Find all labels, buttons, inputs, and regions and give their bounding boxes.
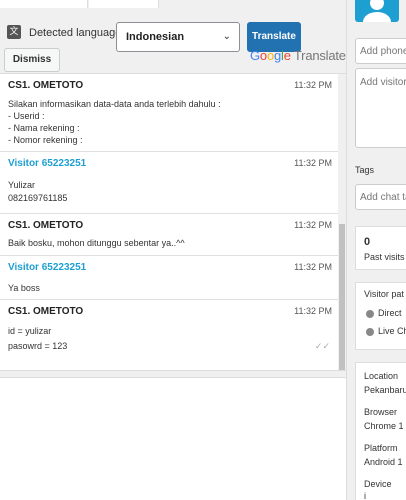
tag-input[interactable]: Add chat ta [355,184,406,210]
reply-textarea[interactable] [0,378,346,500]
message-time: 11:32 PM [294,306,332,316]
visitor-notes-input[interactable]: Add visitor [355,68,406,148]
translate-toolbar: 文 Detected language Indonesian ⌄ Transla… [0,8,346,74]
message-time: 11:32 PM [294,262,332,272]
dismiss-button[interactable]: Dismiss [4,48,60,72]
message: CS1. OMETOTO 11:32 PM Silakan informasik… [0,74,338,152]
message-sender: CS1. OMETOTO [8,220,84,231]
message-line: pasowrd = 123 [8,341,68,351]
message-time: 11:32 PM [294,158,332,168]
google-translate-logo: Google Translate [250,48,346,63]
message: Visitor 65223251 11:32 PM Yulizar 082169… [0,152,338,214]
message: CS1. OMETOTO 11:32 PM id = yulizar pasow… [0,300,338,370]
visitor-path-panel: Visitor pat Direct Live Ch [355,282,406,350]
message-sender: CS1. OMETOTO [8,306,84,317]
past-visits-panel: 0 Past visits [355,226,406,270]
message-sender[interactable]: Visitor 65223251 [8,158,86,169]
message: Visitor 65223251 11:32 PM Ya boss [0,256,338,300]
message-line: - Nomor rekening : [8,135,83,145]
location-label: Location [364,371,399,381]
translate-icon: 文 [7,25,21,39]
path-item: Direct [378,308,402,318]
past-visits-label: Past visits [364,252,405,262]
browser-value: Chrome 1 [364,421,404,431]
double-check-icon: ✓✓ [314,341,330,351]
path-item: Live Ch [378,326,406,336]
detected-language-label: Detected language [29,27,122,39]
visitor-sidebar: Add phone Add visitor Tags Add chat ta 0… [346,0,406,500]
message-sender: CS1. OMETOTO [8,80,84,91]
live-chat-icon [366,328,374,336]
chat-panel: 文 Detected language Indonesian ⌄ Transla… [0,0,346,500]
message-line: - Userid : [8,111,45,121]
tab-1[interactable] [0,0,88,8]
tab-strip [0,0,346,8]
message-line: 082169761185 [8,193,68,203]
platform-label: Platform [364,443,398,453]
message: CS1. OMETOTO 11:32 PM Baik bosku, mohon … [0,214,338,256]
message-line: Silakan informasikan data-data anda terl… [8,99,221,109]
direct-icon [366,310,374,318]
language-select[interactable]: Indonesian ⌄ [116,22,240,52]
message-line: id = yulizar [8,326,52,336]
visitor-path-label: Visitor pat [364,289,404,299]
language-value: Indonesian [126,31,185,43]
message-line: Yulizar [8,180,36,190]
phone-input[interactable]: Add phone [355,38,406,64]
visitor-details-panel: Location Pekanbaru Browser Chrome 1 Plat… [355,362,406,500]
device-label: Device [364,479,392,489]
location-value: Pekanbaru [364,385,406,395]
message-time: 11:32 PM [294,80,332,90]
chat-scrollbar[interactable] [338,74,346,370]
past-visits-count: 0 [364,236,371,248]
tags-label: Tags [355,165,375,175]
message-line: Baik bosku, mohon ditunggu sebentar ya..… [8,238,185,248]
tab-2[interactable] [89,0,159,8]
platform-value: Android 1 [364,457,403,467]
scrollbar-thumb[interactable] [339,224,345,370]
message-list[interactable]: CS1. OMETOTO 11:32 PM Silakan informasik… [0,74,338,370]
device-value: i [364,491,366,500]
chevron-down-icon: ⌄ [222,31,231,42]
message-time: 11:32 PM [294,220,332,230]
browser-label: Browser [364,407,398,417]
visitor-avatar [355,0,399,22]
message-sender[interactable]: Visitor 65223251 [8,262,86,273]
divider [0,370,346,378]
message-line: - Nama rekening : [8,123,80,133]
message-line: Ya boss [8,283,40,293]
